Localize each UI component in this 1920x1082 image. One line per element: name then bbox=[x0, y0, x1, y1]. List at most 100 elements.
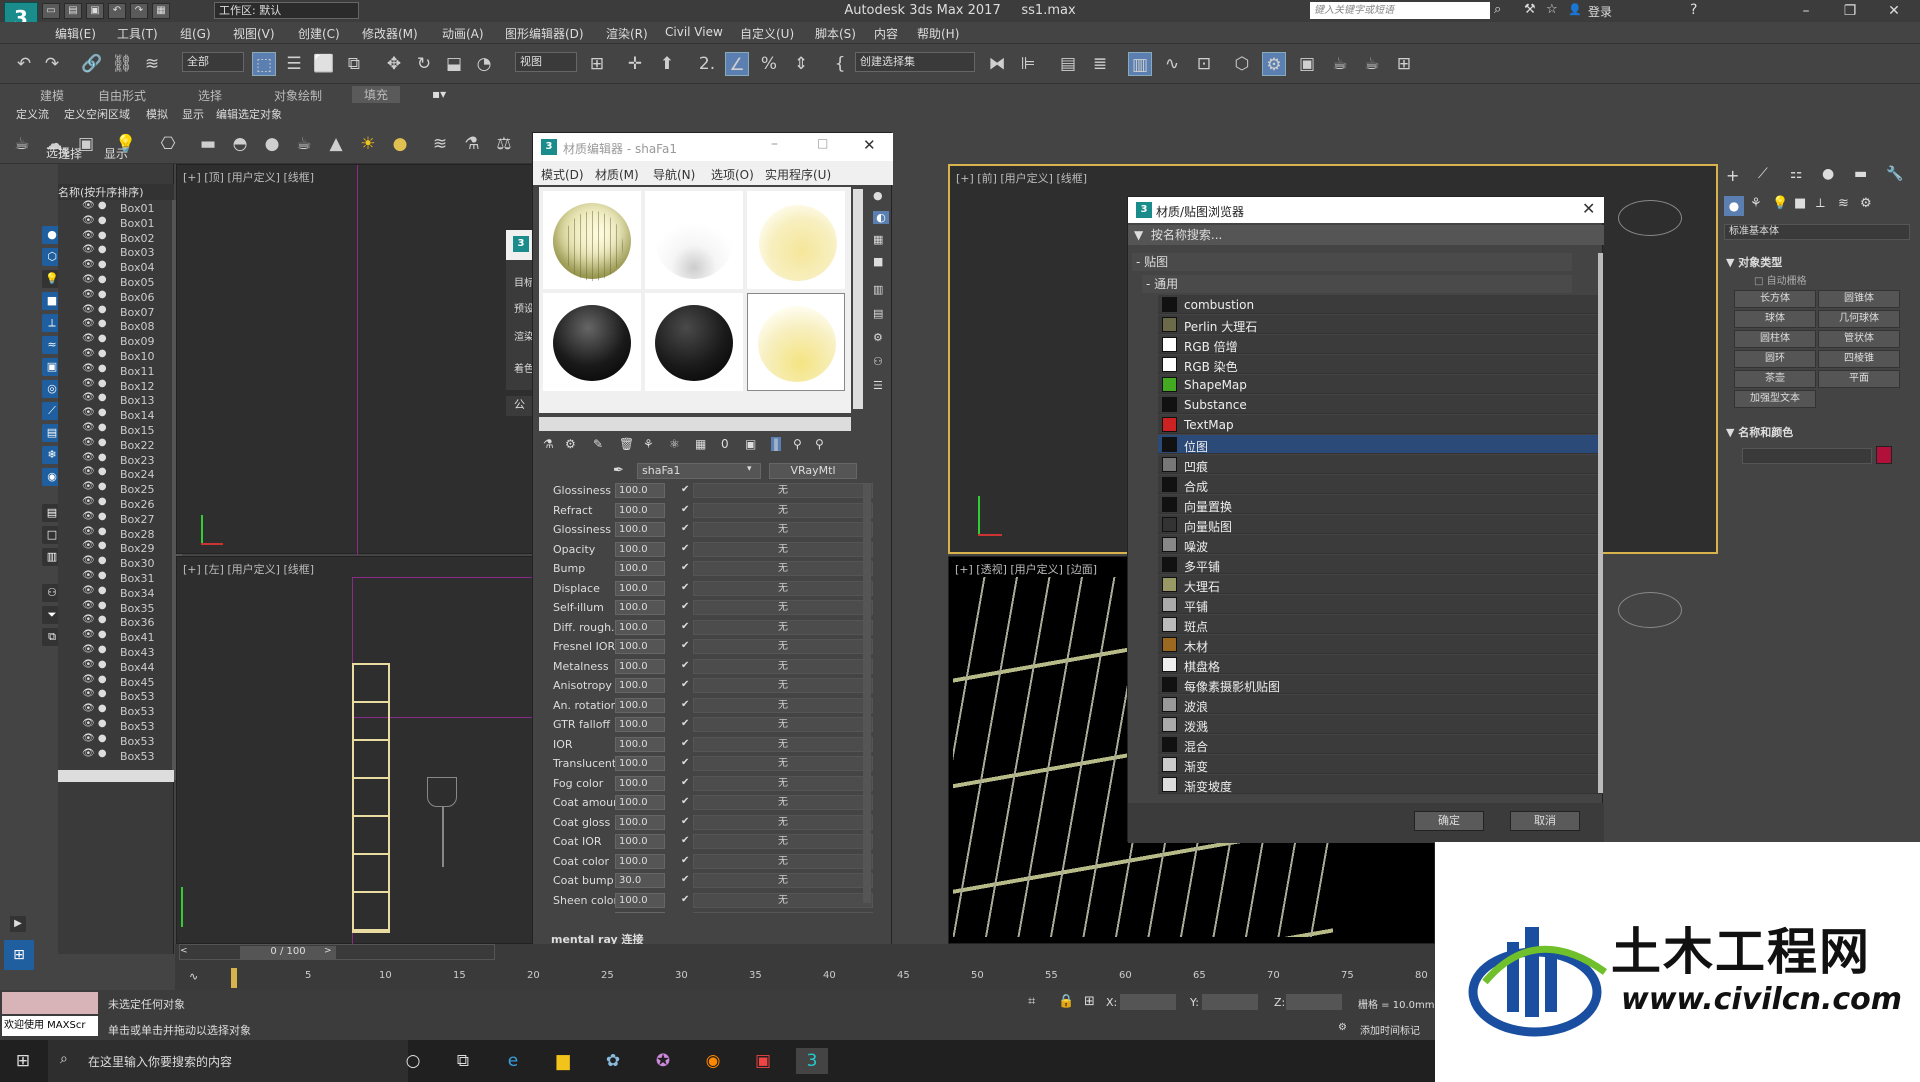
restore-icon[interactable]: ❐ bbox=[1830, 0, 1870, 22]
open-file-icon[interactable]: ▤ bbox=[64, 3, 82, 19]
undo-icon[interactable]: ↶ bbox=[12, 52, 36, 76]
selection-filter-select[interactable]: 全部 bbox=[182, 52, 244, 72]
map-enable-checkbox[interactable]: ✔ bbox=[681, 601, 689, 612]
login-label[interactable]: 登录 bbox=[1588, 3, 1612, 20]
named-selection-select[interactable]: 创建选择集 bbox=[855, 52, 975, 72]
options-icon[interactable]: ⚙ bbox=[873, 331, 883, 344]
material-navigator-icon[interactable]: ☰ bbox=[873, 379, 883, 392]
scene-hscrollbar[interactable] bbox=[58, 770, 174, 782]
sample-slot[interactable] bbox=[747, 191, 845, 289]
visibility-icon[interactable]: 👁 ● bbox=[82, 600, 107, 611]
map-list-item[interactable]: ShapeMap bbox=[1158, 375, 1603, 394]
ribbon-tab-selection[interactable]: 选择 bbox=[198, 87, 222, 104]
lights-icon[interactable]: 💡 bbox=[1772, 196, 1788, 211]
visibility-icon[interactable]: 👁 ● bbox=[82, 496, 107, 507]
eyedropper-icon[interactable]: ✒ bbox=[613, 463, 631, 479]
visibility-icon[interactable]: 👁 ● bbox=[82, 392, 107, 403]
ribbon-options-icon[interactable]: ▪▾ bbox=[432, 87, 446, 101]
map-slot-button[interactable]: 无 bbox=[693, 600, 873, 615]
fx-icon[interactable]: ⚗ bbox=[460, 132, 484, 156]
user-icon[interactable]: 👤 bbox=[1568, 3, 1582, 16]
unlink-icon[interactable]: ⛓ bbox=[110, 52, 134, 76]
rect-select-icon[interactable]: ⬜ bbox=[312, 52, 336, 76]
ribbon-tab-object-paint[interactable]: 对象绘制 bbox=[274, 87, 322, 104]
define-flows-button[interactable]: 定义流 bbox=[16, 106, 49, 122]
mb-search-input[interactable]: 按名称搜索... bbox=[1151, 228, 1222, 242]
render-iterative-icon[interactable]: ☕ bbox=[1360, 52, 1384, 76]
pivot-icon[interactable]: ⊞ bbox=[585, 52, 609, 76]
visibility-icon[interactable]: 👁 ● bbox=[82, 215, 107, 226]
layer-explorer-icon[interactable]: ≣ bbox=[1088, 52, 1112, 76]
map-enable-checkbox[interactable]: ✔ bbox=[681, 738, 689, 749]
textplus-button[interactable]: 加强型文本 bbox=[1734, 390, 1816, 408]
visibility-icon[interactable]: 👁 ● bbox=[82, 289, 107, 300]
reset-map-icon[interactable]: 🗑 bbox=[619, 437, 634, 451]
angle-snap-icon[interactable]: ∠ bbox=[725, 52, 749, 76]
visibility-icon[interactable]: 👁 ● bbox=[82, 422, 107, 433]
map-slot-button[interactable]: 无 bbox=[693, 580, 873, 596]
map-list-item[interactable]: 噪波 bbox=[1158, 535, 1603, 554]
object-name-field[interactable] bbox=[1742, 448, 1872, 464]
copy-material-icon[interactable]: ⚘ bbox=[643, 437, 654, 451]
param-amount[interactable]: 100.0 bbox=[615, 814, 665, 830]
material-id-icon[interactable]: 0 bbox=[721, 437, 729, 451]
map-list-item[interactable]: 泼溅 bbox=[1158, 715, 1603, 734]
visibility-icon[interactable]: 👁 ● bbox=[82, 466, 107, 477]
chevron-down-icon[interactable]: ▾ bbox=[747, 464, 752, 474]
param-amount[interactable]: 100.0 bbox=[615, 717, 665, 732]
material-editor-icon[interactable]: ⬡ bbox=[1230, 52, 1254, 76]
visibility-icon[interactable]: 👁 ● bbox=[82, 363, 107, 374]
viewport-label[interactable]: [+] [顶] [用户定义] [线框] bbox=[183, 169, 314, 185]
visibility-icon[interactable]: 👁 ● bbox=[82, 540, 107, 551]
visibility-icon[interactable]: 👁 ● bbox=[82, 230, 107, 241]
visibility-icon[interactable]: 👁 ● bbox=[82, 703, 107, 714]
window-crossing-icon[interactable]: ⧉ bbox=[342, 52, 366, 76]
select-manipulate-icon[interactable]: ✛ bbox=[623, 52, 647, 76]
map-slot-button[interactable]: 无 bbox=[693, 873, 873, 888]
param-amount[interactable]: 100.0 bbox=[615, 658, 665, 674]
mb-subgroup-general[interactable]: - 通用 bbox=[1142, 275, 1572, 293]
menu-views[interactable]: 视图(V) bbox=[233, 25, 275, 42]
map-slot-button[interactable]: 无 bbox=[693, 736, 873, 752]
align-icon[interactable]: ⊫ bbox=[1016, 52, 1040, 76]
me-menu-navigation[interactable]: 导航(N) bbox=[653, 166, 695, 183]
box-icon[interactable]: ▬ bbox=[196, 132, 220, 156]
map-enable-checkbox[interactable]: ✔ bbox=[681, 718, 689, 729]
slots-hscroll[interactable] bbox=[539, 417, 851, 431]
material-name-field[interactable]: shaFa1 bbox=[637, 463, 761, 479]
map-slot-button[interactable]: 无 bbox=[693, 892, 873, 908]
utilities-tab-icon[interactable]: 🔧 bbox=[1886, 166, 1903, 182]
visibility-icon[interactable]: 👁 ● bbox=[82, 200, 107, 211]
viewport-label[interactable]: [+] [透视] [用户定义] [边面] bbox=[955, 561, 1097, 577]
app-icon[interactable]: ✿ bbox=[600, 1048, 626, 1074]
cone-button[interactable]: 圆锥体 bbox=[1818, 290, 1900, 308]
material-type-button[interactable]: VRayMtl bbox=[769, 463, 857, 479]
curve-editor-icon[interactable]: ∿ bbox=[1160, 52, 1184, 76]
get-material-icon[interactable]: ⚗ bbox=[543, 437, 554, 451]
visibility-icon[interactable]: 👁 ● bbox=[82, 614, 107, 625]
menu-edit[interactable]: 编辑(E) bbox=[55, 25, 96, 42]
motion-tab-icon[interactable]: ● bbox=[1822, 166, 1834, 182]
modify-tab-icon[interactable]: ⟋ bbox=[1758, 166, 1768, 182]
map-enable-checkbox[interactable]: ✔ bbox=[681, 835, 689, 846]
rotate-icon[interactable]: ↻ bbox=[412, 52, 436, 76]
time-slider[interactable]: < 0 / 100 > bbox=[179, 944, 495, 960]
expand-arrow-icon[interactable]: ▶ bbox=[10, 916, 26, 932]
map-list-item[interactable]: 向量贴图 bbox=[1158, 515, 1603, 534]
go-sibling-icon[interactable]: ⚲ bbox=[815, 437, 824, 451]
param-amount[interactable]: 100.0 bbox=[615, 483, 665, 498]
box-button[interactable]: 长方体 bbox=[1734, 290, 1816, 308]
fur-icon[interactable]: ≋ bbox=[428, 132, 452, 156]
param-amount[interactable]: 100.0 bbox=[615, 580, 665, 596]
map-list-item[interactable]: 大理石 bbox=[1158, 575, 1603, 594]
simulate-button[interactable]: 模拟 bbox=[146, 106, 168, 122]
sample-type-icon[interactable]: ● bbox=[873, 189, 883, 202]
map-slot-button[interactable]: 无 bbox=[693, 619, 873, 635]
map-slot-button[interactable]: 无 bbox=[693, 483, 873, 498]
edit-named-sets-icon[interactable]: { bbox=[828, 52, 852, 76]
menu-scripting[interactable]: 脚本(S) bbox=[815, 25, 856, 42]
visibility-icon[interactable]: 👁 ● bbox=[82, 688, 107, 699]
close-icon[interactable]: ✕ bbox=[1582, 199, 1595, 218]
map-list-item[interactable]: RGB 倍增 bbox=[1158, 335, 1603, 354]
viewcube-persp[interactable] bbox=[1618, 592, 1682, 628]
